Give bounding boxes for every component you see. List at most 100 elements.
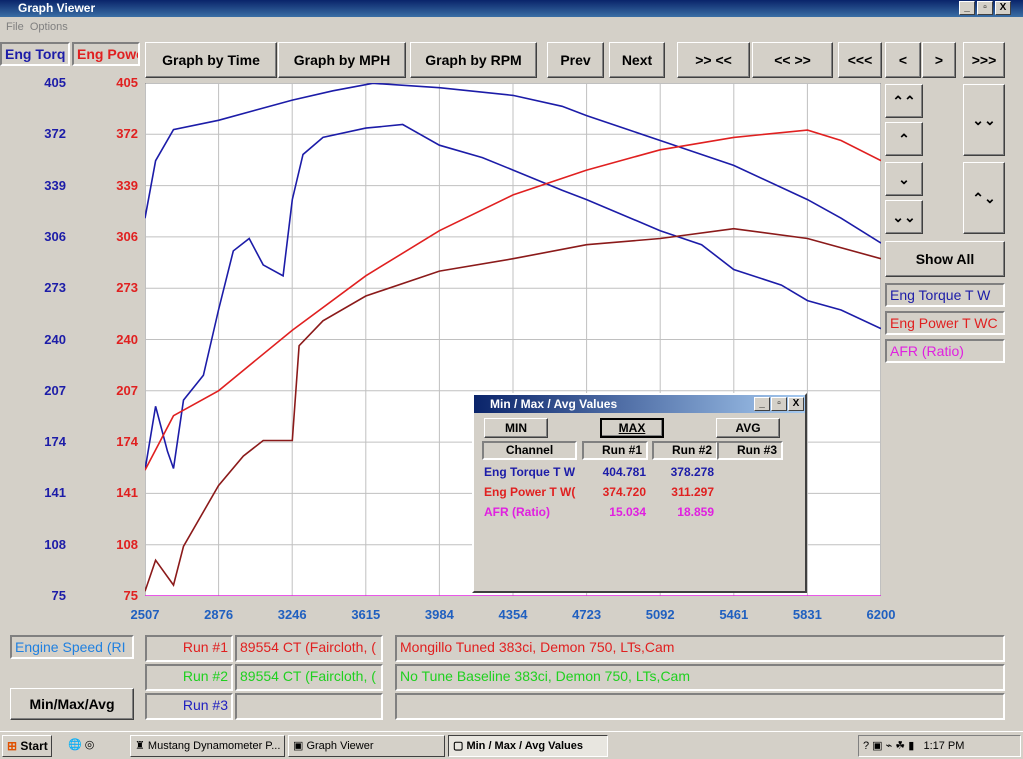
close-button[interactable]: X: [995, 1, 1011, 15]
row-run2: 18.859: [677, 505, 714, 519]
y-tick-power: 75: [123, 588, 138, 603]
scroll-down-fast-button[interactable]: ⌄⌄: [885, 200, 923, 234]
x-tick: 2507: [130, 607, 160, 622]
y-tick-torque: 372: [44, 126, 66, 142]
minimize-button[interactable]: _: [959, 1, 975, 15]
y-tick-power: 207: [116, 382, 138, 398]
toolbar-button-8[interactable]: <: [885, 42, 921, 78]
y-tick-power: 240: [116, 331, 138, 347]
x-tick: 3615: [351, 607, 381, 622]
toolbar-button-4[interactable]: Next: [609, 42, 665, 78]
toolbar-button-10[interactable]: >>>: [963, 42, 1005, 78]
toolbar-button-3[interactable]: Prev: [547, 42, 604, 78]
start-button[interactable]: ⊞ Start: [2, 735, 52, 757]
taskbar-item-minmax[interactable]: ▢ Min / Max / Avg Values: [448, 735, 608, 757]
left-axis-header-power[interactable]: Eng Powe: [72, 42, 140, 66]
y-tick-torque: 339: [44, 177, 66, 193]
row-run1: 404.781: [602, 465, 646, 479]
row-run2: 378.278: [670, 465, 714, 479]
scroll-up-fast-button[interactable]: ⌃⌃: [885, 84, 923, 118]
left-axis-header-torque[interactable]: Eng Torq: [0, 42, 70, 66]
dialog-maximize-button[interactable]: ▫: [771, 397, 787, 411]
avg-button[interactable]: AVG: [716, 418, 780, 438]
dialog-close-button[interactable]: X: [788, 397, 804, 411]
y-tick-torque: 75: [51, 588, 66, 603]
y-tick-power: 306: [116, 228, 138, 244]
toolbar-button-9[interactable]: >: [922, 42, 956, 78]
dialog-title: Min / Max / Avg Values: [490, 397, 618, 411]
row-channel: Eng Power T W(: [484, 485, 576, 499]
column-header: Run #2: [652, 441, 718, 460]
toolbar-button-0[interactable]: Graph by Time: [145, 42, 277, 78]
channel-item[interactable]: Eng Power T WC: [885, 311, 1005, 335]
x-tick: 2876: [204, 607, 234, 622]
y-tick-torque: 108: [44, 536, 66, 552]
menu-bar: File Options: [6, 21, 68, 33]
window-title: Graph Viewer: [18, 1, 96, 15]
taskbar: ⊞ Start 🌐 ◎ ♜ Mustang Dynamometer P... ▣…: [0, 731, 1023, 759]
x-channel-select[interactable]: Engine Speed (RI: [10, 635, 134, 659]
run-description-field[interactable]: [395, 693, 1005, 720]
column-header: Channel: [482, 441, 577, 460]
run-id-field[interactable]: 89554 CT (Faircloth, (: [235, 664, 383, 691]
menu-file[interactable]: File: [6, 21, 24, 33]
y-tick-torque: 306: [44, 228, 66, 244]
min-max-avg-dialog: Min / Max / Avg Values _ ▫ X MIN MAX AVG…: [472, 393, 807, 593]
run-label: Run #2: [145, 664, 233, 691]
menu-options[interactable]: Options: [30, 21, 68, 33]
y-tick-torque: 240: [44, 331, 66, 347]
y-tick-power: 141: [116, 485, 138, 501]
min-max-avg-button[interactable]: Min/Max/Avg: [10, 688, 134, 720]
channel-item[interactable]: AFR (Ratio): [885, 339, 1005, 363]
y-tick-torque: 141: [44, 485, 66, 501]
zoom-in-y-button[interactable]: ⌄⌄: [963, 84, 1005, 156]
x-tick: 3246: [277, 607, 307, 622]
y-tick-torque: 405: [44, 75, 66, 90]
taskbar-item-graph-viewer[interactable]: ▣ Graph Viewer: [288, 735, 445, 757]
y-tick-torque: 273: [44, 280, 66, 296]
channel-item[interactable]: Eng Torque T W: [885, 283, 1005, 307]
x-tick: 4354: [498, 607, 528, 622]
y-tick-power: 339: [116, 177, 138, 193]
run-id-field[interactable]: 89554 CT (Faircloth, (: [235, 635, 383, 662]
zoom-out-y-button[interactable]: ⌃⌄: [963, 162, 1005, 234]
x-tick: 5831: [792, 607, 822, 622]
toolbar-button-7[interactable]: <<<: [838, 42, 882, 78]
x-tick: 4723: [572, 607, 602, 622]
title-bar: Graph Viewer: [0, 0, 1023, 17]
tray-icons[interactable]: ? ▣ ⌁ ☘ ▮: [863, 740, 914, 752]
quick-launch-ie-icon[interactable]: 🌐 ◎: [64, 735, 110, 757]
system-tray: ? ▣ ⌁ ☘ ▮ 1:17 PM: [858, 735, 1021, 757]
column-header: Run #3: [717, 441, 783, 460]
scroll-down-button[interactable]: ⌄: [885, 162, 923, 196]
toolbar-button-1[interactable]: Graph by MPH: [278, 42, 406, 78]
y-tick-power: 108: [116, 536, 138, 552]
y-tick-torque: 207: [44, 382, 66, 398]
toolbar-button-2[interactable]: Graph by RPM: [410, 42, 537, 78]
row-run1: 15.034: [609, 505, 646, 519]
clock: 1:17 PM: [923, 740, 965, 752]
dialog-minimize-button[interactable]: _: [754, 397, 770, 411]
min-button[interactable]: MIN: [484, 418, 548, 438]
maximize-button[interactable]: ▫: [977, 1, 993, 15]
x-tick: 6200: [866, 607, 896, 622]
row-run1: 374.720: [602, 485, 646, 499]
run-description-field[interactable]: Mongillo Tuned 383ci, Demon 750, LTs,Cam: [395, 635, 1005, 662]
run-id-field[interactable]: [235, 693, 383, 720]
y-tick-power: 372: [116, 126, 138, 142]
y-tick-power: 174: [116, 434, 138, 450]
run-label: Run #3: [145, 693, 233, 720]
y-tick-power: 273: [116, 280, 138, 296]
toolbar-button-5[interactable]: >> <<: [677, 42, 750, 78]
row-channel: Eng Torque T W: [484, 465, 576, 479]
taskbar-item-dynamometer[interactable]: ♜ Mustang Dynamometer P...: [130, 735, 285, 757]
row-channel: AFR (Ratio): [484, 505, 550, 519]
run-description-field[interactable]: No Tune Baseline 383ci, Demon 750, LTs,C…: [395, 664, 1005, 691]
show-all-button[interactable]: Show All: [885, 241, 1005, 277]
column-header: Run #1: [582, 441, 648, 460]
x-tick: 5092: [645, 607, 675, 622]
y-tick-power: 405: [116, 75, 138, 90]
max-button[interactable]: MAX: [600, 418, 664, 438]
scroll-up-button[interactable]: ⌃: [885, 122, 923, 156]
toolbar-button-6[interactable]: << >>: [752, 42, 833, 78]
